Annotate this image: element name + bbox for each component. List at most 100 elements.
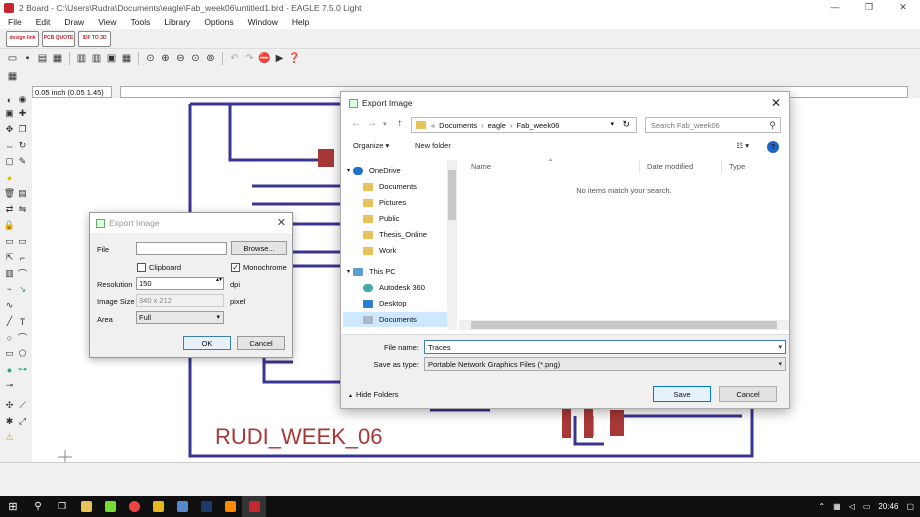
address-dropdown-icon[interactable]: ▾ (610, 120, 614, 128)
auto-icon[interactable]: ⤢ (17, 416, 28, 427)
undo-icon[interactable]: ↶ (228, 52, 241, 65)
paint-icon[interactable] (146, 496, 170, 517)
copy-icon[interactable]: ❐ (17, 124, 28, 135)
go-icon[interactable]: ▶ (273, 52, 286, 65)
menu-library[interactable]: Library (164, 17, 190, 27)
hide-folders-button[interactable]: ▴ Hide Folders (349, 390, 399, 399)
explorer-icon[interactable] (74, 496, 98, 517)
chevron-down-icon[interactable]: ▾ (778, 341, 782, 354)
clipboard-checkbox[interactable] (137, 263, 146, 272)
task-view-icon[interactable]: ❐ (50, 496, 74, 517)
redo-icon[interactable]: ↷ (243, 52, 256, 65)
nav-item-this-pc[interactable]: ▾ This PC (347, 264, 451, 279)
breadcrumb-fab-week06[interactable]: Fab_week06 (516, 121, 559, 130)
save-icon[interactable]: ▪ (21, 52, 34, 65)
column-name[interactable]: Name (471, 162, 491, 171)
restore-button[interactable]: ❐ (852, 0, 886, 15)
scroll-thumb[interactable] (448, 170, 456, 220)
ok-button[interactable]: OK (183, 336, 231, 350)
delete-icon[interactable]: 🗑 (4, 188, 15, 199)
chevron-down-icon[interactable]: ▾ (778, 358, 782, 371)
zoom-in-icon[interactable]: ⊕ (159, 52, 172, 65)
ratsnest-icon[interactable]: ✱ (4, 416, 15, 427)
ripup-icon[interactable]: ↘ (17, 284, 28, 295)
windows-start-icon[interactable]: ⊞ (0, 496, 26, 517)
view-options-icon[interactable]: ☷ ▾ (736, 141, 749, 150)
info-icon[interactable]: ◐ (4, 94, 15, 105)
signal-icon[interactable]: ⊶ (17, 364, 28, 375)
breadcrumb-documents[interactable]: Documents (439, 121, 477, 130)
line-icon[interactable]: ╱ (4, 316, 15, 327)
hole-icon[interactable]: ⊸ (4, 380, 15, 391)
volume-icon[interactable]: ◁ (849, 502, 855, 511)
dimension-icon[interactable]: ⟋ (17, 400, 28, 411)
menu-file[interactable]: File (8, 17, 22, 27)
circle-icon[interactable]: ○ (4, 332, 15, 343)
ulp-icon[interactable]: ▥ (75, 52, 88, 65)
back-arrow-icon[interactable]: ← (351, 118, 361, 129)
group-icon[interactable]: ▢ (4, 156, 15, 167)
attribute-icon[interactable]: ✣ (4, 400, 15, 411)
organize-button[interactable]: Organize ▾ (353, 141, 389, 150)
tray-chevron-icon[interactable]: ⌃ (818, 502, 825, 511)
change-icon[interactable]: ✎ (17, 156, 28, 167)
idf-to-3d-button[interactable]: IDF TO 3D (78, 30, 111, 47)
board-icon[interactable]: ▦ (120, 52, 133, 65)
lock-icon[interactable]: 🔒 (4, 220, 15, 231)
text-icon[interactable]: T (17, 316, 28, 327)
close-icon[interactable]: ✕ (277, 216, 286, 229)
menu-view[interactable]: View (98, 17, 116, 27)
nav-item-documents-pc[interactable]: Documents (343, 312, 449, 327)
redraw-icon[interactable]: ⊚ (204, 52, 217, 65)
wire-icon[interactable]: ∿ (4, 300, 15, 311)
refresh-icon[interactable]: ↻ (622, 119, 630, 130)
show-icon[interactable]: ◉ (17, 94, 28, 105)
menu-window[interactable]: Window (248, 17, 278, 27)
zoom-select-icon[interactable]: ⊙ (189, 52, 202, 65)
menu-tools[interactable]: Tools (130, 17, 150, 27)
column-type[interactable]: Type (729, 162, 745, 171)
help-icon[interactable]: ❓ (288, 52, 301, 65)
smash-icon[interactable]: ⇱ (4, 252, 15, 263)
add-icon[interactable]: ▤ (17, 188, 28, 199)
design-link-button[interactable]: design link (6, 30, 39, 47)
close-icon[interactable]: ✕ (771, 96, 781, 110)
mirror-icon[interactable]: ⇔ (4, 140, 15, 151)
search-input[interactable]: Search Fab_week06 ⚲ (645, 117, 781, 133)
cancel-button[interactable]: Cancel (719, 386, 777, 402)
vlc-icon[interactable] (218, 496, 242, 517)
pinswap-icon[interactable]: ⇄ (4, 204, 15, 215)
address-bar[interactable]: « Documents › eagle › Fab_week06 ▾ ↻ (411, 117, 637, 133)
zoom-fit-icon[interactable]: ⊙ (144, 52, 157, 65)
search-icon[interactable]: ⚲ (26, 496, 50, 517)
menu-options[interactable]: Options (204, 17, 233, 27)
display-icon[interactable]: ▣ (4, 108, 15, 119)
pcb-quote-button[interactable]: PCB QUOTE (42, 30, 75, 47)
stop-icon[interactable]: ⛔ (258, 52, 271, 65)
photoshop-icon[interactable] (194, 496, 218, 517)
value-icon[interactable]: ▭ (17, 236, 28, 247)
grid-icon[interactable]: ▦ (6, 70, 19, 83)
erc-warning-icon[interactable]: ⚠ (4, 432, 15, 443)
print-icon[interactable]: ▤ (36, 52, 49, 65)
nav-scrollbar[interactable] (447, 160, 457, 330)
up-arrow-icon[interactable]: ↑ (397, 118, 402, 129)
minimize-button[interactable]: — (818, 0, 852, 15)
save-button[interactable]: Save (653, 386, 711, 402)
polygon-icon[interactable]: ⬠ (17, 348, 28, 359)
area-select[interactable]: Full ▾ (136, 311, 224, 324)
zoom-out-icon[interactable]: ⊖ (174, 52, 187, 65)
miter-icon[interactable]: ⌐ (17, 252, 28, 263)
chrome-icon[interactable] (122, 496, 146, 517)
replace-icon[interactable]: ⇋ (17, 204, 28, 215)
column-date-modified[interactable]: Date modified (647, 162, 693, 171)
menu-edit[interactable]: Edit (36, 17, 51, 27)
mendeley-icon[interactable] (98, 496, 122, 517)
help-button[interactable]: ? (767, 141, 779, 153)
network-icon[interactable]: ▦ (833, 502, 841, 511)
menu-draw[interactable]: Draw (64, 17, 84, 27)
new-folder-button[interactable]: New folder (415, 141, 451, 150)
notifications-icon[interactable]: ▢ (906, 502, 914, 511)
cancel-button[interactable]: Cancel (237, 336, 285, 350)
resolution-spinbox[interactable]: 150 (136, 277, 224, 290)
